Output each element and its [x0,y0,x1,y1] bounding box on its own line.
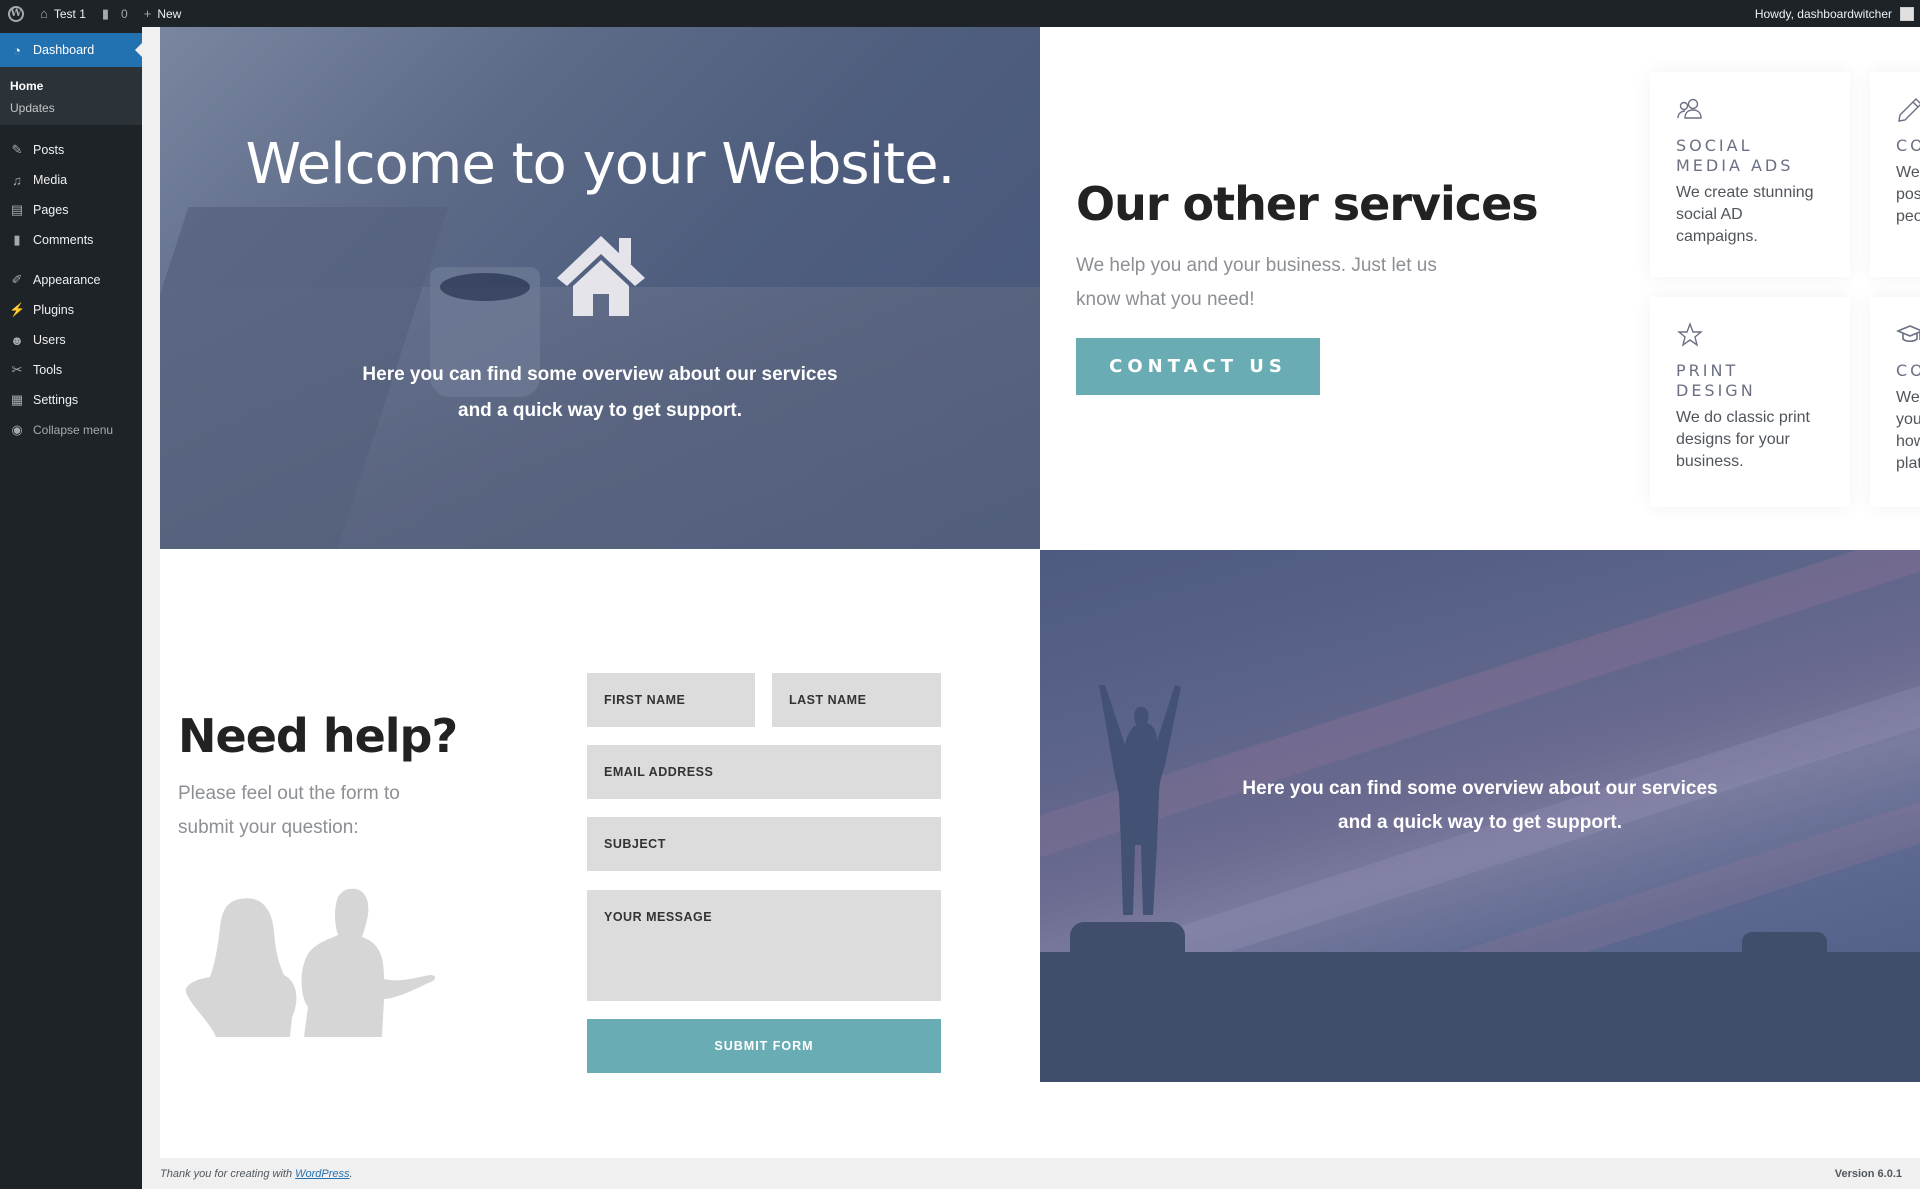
dashboard-content: Welcome to your Website. Here you can fi… [160,27,1920,1158]
service-card-coaching: COACHING We coach your and your team abo… [1870,297,1920,507]
sidebar-item-label: Media [33,173,68,187]
wordpress-link[interactable]: WordPress [295,1168,349,1180]
site-name: Test 1 [53,6,86,21]
sidebar-item-label: Comments [33,233,94,247]
service-card-title: PRINT DESIGN [1676,361,1756,400]
admin-sidebar: ◔ Dashboard Home Updates ✎ Posts ♫ Media… [0,27,142,1189]
sidebar-item-label: Settings [33,393,79,407]
home-icon: ⌂ [40,6,48,21]
sidebar-item-appearance[interactable]: ✐ Appearance [0,265,142,295]
dashboard-icon: ◔ [13,42,21,58]
media-icon: ♫ [12,172,22,188]
service-card-text: We write your blog posts to reach more p… [1896,164,1920,225]
site-name-link[interactable]: ⌂ Test 1 [32,0,94,27]
collapse-label: Collapse menu [33,423,114,437]
sidebar-item-media[interactable]: ♫ Media [0,165,142,195]
service-card-text: We create stunning social AD campaigns. [1676,184,1814,245]
footer-thanks-suffix: . [349,1167,353,1180]
plugin-icon: ⚡ [9,302,26,317]
service-card-title: COPYWRITING [1896,136,1920,155]
pages-icon: ▤ [10,202,24,217]
greeting: Howdy, dashboardwitcher [1754,6,1892,21]
plus-icon: + [143,6,152,21]
ground-silhouette [1040,952,1920,1082]
sidebar-item-label: Dashboard [33,43,95,57]
comments-link[interactable]: ▮ 0 [94,0,136,27]
person-silhouette-illustration [1099,685,1181,915]
service-card-copywriting: COPYWRITING We write your blog posts to … [1870,72,1920,277]
new-content-link[interactable]: + New [136,0,190,27]
star-icon [1677,322,1703,347]
users-icon [1677,98,1702,119]
sidebar-item-label: Tools [33,363,63,377]
people-silhouette-illustration [185,888,436,1037]
services-title: Our other services [1076,177,1539,231]
sidebar-item-label: Pages [33,203,69,217]
admin-bar: W ⌂ Test 1 ▮ 0 + New Howdy, dashboardwit… [0,0,1920,27]
service-card-text: We coach your and your team about how to… [1896,389,1920,472]
support-banner-text: Here you can find some overview about ou… [1242,778,1718,833]
help-section: Need help? Please feel out the form to s… [160,549,1040,1082]
sidebar-item-label: Posts [33,143,65,157]
sidebar-item-users[interactable]: ☻ Users [0,325,142,355]
paintbrush-icon: ✐ [11,272,23,287]
submit-form-button[interactable]: SUBMIT FORM [587,1019,941,1073]
service-card-title: SOCIAL MEDIA ADS [1676,136,1794,175]
service-card-title: COACHING [1896,361,1920,380]
wordpress-logo-button[interactable]: W [0,0,32,27]
sidebar-item-settings[interactable]: ▦ Settings [0,385,142,415]
admin-footer: Thank you for creating with WordPress. V… [142,1158,1920,1189]
sidebar-item-dashboard[interactable]: ◔ Dashboard [0,33,142,67]
help-subtitle: Please feel out the form to submit your … [178,783,400,838]
sidebar-item-posts[interactable]: ✎ Posts [0,135,142,165]
wordpress-logo-icon: W [8,5,24,22]
services-section: Our other services We help you and your … [1040,27,1920,549]
graduation-cap-icon [1896,325,1920,343]
new-label: New [157,6,182,21]
account-menu[interactable]: Howdy, dashboardwitcher [1747,0,1920,27]
sidebar-item-plugins[interactable]: ⚡ Plugins [0,295,142,325]
message-field[interactable]: YOUR MESSAGE [587,890,941,1001]
pin-icon: ✎ [11,142,23,157]
service-card-text: We do classic print designs for your bus… [1676,409,1810,470]
submenu-item-updates[interactable]: Updates [0,97,142,119]
services-subtitle: We help you and your business. Just let … [1076,255,1437,310]
welcome-hero: Welcome to your Website. Here you can fi… [160,27,1040,549]
sidebar-item-comments[interactable]: ▮ Comments [0,225,142,255]
service-card-social-media-ads: SOCIAL MEDIA ADS We create stunning soci… [1650,72,1850,277]
sidebar-item-label: Plugins [33,303,74,317]
comments-count: 0 [121,6,128,21]
last-name-field[interactable]: LAST NAME [772,673,941,727]
email-field[interactable]: EMAIL ADDRESS [587,745,941,799]
version-label: Version 6.0.1 [1834,1167,1902,1180]
hero-title: Welcome to your Website. [245,132,956,197]
house-icon [557,236,645,316]
help-title: Need help? [178,709,458,763]
sidebar-item-label: Appearance [33,273,101,287]
service-card-print-design: PRINT DESIGN We do classic print designs… [1650,297,1850,507]
first-name-field[interactable]: FIRST NAME [587,673,755,727]
collapse-menu-button[interactable]: ◉ Collapse menu [0,415,142,445]
avatar [1900,6,1914,21]
dashboard-submenu: Home Updates [0,67,142,125]
footer-thanks-prefix: Thank you for creating with [160,1167,296,1180]
pencil-icon [1898,98,1920,122]
collapse-icon: ◉ [11,422,23,437]
subject-field[interactable]: SUBJECT [587,817,941,871]
user-icon: ☻ [10,332,24,348]
sidebar-item-pages[interactable]: ▤ Pages [0,195,142,225]
contact-us-button[interactable]: CONTACT US [1076,338,1320,395]
hero-text: Here you can find some overview about ou… [362,364,838,421]
sidebar-item-label: Users [33,333,66,347]
support-banner: Here you can find some overview about ou… [1040,550,1920,1082]
footer-thanks: Thank you for creating with WordPress. [160,1168,353,1180]
submenu-item-home[interactable]: Home [0,75,142,97]
sidebar-item-tools[interactable]: ✂ Tools [0,355,142,385]
settings-icon: ▦ [10,392,24,407]
comment-icon: ▮ [101,5,110,21]
wrench-icon: ✂ [11,362,23,377]
comment-icon: ▮ [13,232,21,247]
